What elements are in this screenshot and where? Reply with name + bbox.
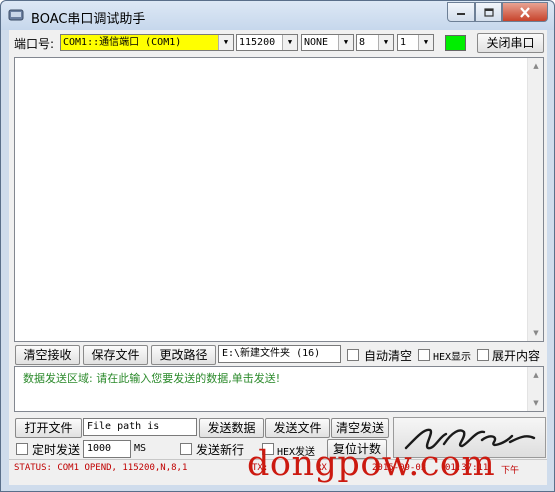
chevron-down-icon: ▼ — [338, 35, 353, 50]
status-text: STATUS: COM1 OPEND, 115200,N,8,1 — [14, 463, 188, 473]
file-path-field[interactable]: File path is — [83, 418, 197, 436]
send-newline-checkbox[interactable] — [180, 443, 192, 455]
timed-send-checkbox[interactable] — [16, 443, 28, 455]
chevron-down-icon: ▼ — [418, 35, 433, 50]
maximize-icon — [483, 7, 494, 17]
send-scrollbar[interactable]: ▲ ▼ — [527, 367, 543, 411]
interval-unit: MS — [134, 443, 147, 454]
send-newline-label: 发送新行 — [196, 443, 245, 457]
minimize-icon — [457, 13, 465, 15]
parity-select[interactable]: NONE ▼ — [301, 34, 354, 51]
close-port-button[interactable]: 关闭串口 — [477, 33, 544, 53]
send-data-button[interactable]: 发送数据 — [199, 418, 264, 438]
receive-scrollbar[interactable]: ▲ ▼ — [527, 58, 543, 341]
send-file-button[interactable]: 发送文件 — [265, 418, 330, 438]
app-icon — [8, 9, 24, 21]
port-label: 端口号: — [14, 37, 55, 51]
scroll-up-icon[interactable]: ▲ — [528, 58, 544, 74]
clear-receive-button[interactable]: 清空接收 — [15, 345, 80, 365]
send-prompt-text: 数据发送区域: 请在此输入您要发送的数据,单击发送! — [23, 372, 281, 385]
app-window: BOAC串口调试助手 端口号: COM1::通信端口 (COM1) ▼ 1152… — [0, 0, 555, 492]
scroll-down-icon[interactable]: ▼ — [528, 395, 544, 411]
baud-select-value: 115200 — [239, 37, 276, 48]
stopbits-select[interactable]: 1 ▼ — [397, 34, 434, 51]
title-bar[interactable]: BOAC串口调试助手 — [1, 1, 554, 30]
auto-clear-checkbox[interactable] — [347, 349, 359, 361]
stopbits-select-value: 1 — [400, 37, 407, 48]
window-title: BOAC串口调试助手 — [31, 12, 146, 27]
scroll-down-icon[interactable]: ▼ — [528, 325, 544, 341]
save-file-button[interactable]: 保存文件 — [83, 345, 148, 365]
baud-select[interactable]: 115200 ▼ — [236, 34, 298, 51]
maximize-button[interactable] — [475, 2, 502, 22]
expand-checkbox[interactable] — [477, 349, 489, 361]
databits-select[interactable]: 8 ▼ — [356, 34, 394, 51]
chevron-down-icon: ▼ — [218, 35, 233, 50]
interval-field[interactable]: 1000 — [83, 440, 131, 458]
close-button[interactable] — [502, 2, 548, 22]
ampm-text: 下午 — [501, 466, 520, 476]
clear-send-button[interactable]: 清空发送 — [331, 418, 389, 438]
send-textarea[interactable]: 数据发送区域: 请在此输入您要发送的数据,单击发送! ▲ ▼ — [14, 366, 544, 412]
watermark-text: dongpow.com — [247, 444, 496, 484]
receive-textarea[interactable]: ▲ ▼ — [14, 57, 544, 342]
port-select-value: COM1::通信端口 (COM1) — [63, 37, 182, 48]
scroll-up-icon[interactable]: ▲ — [528, 367, 544, 383]
hex-display-checkbox[interactable] — [418, 349, 430, 361]
parity-select-value: NONE — [304, 37, 329, 48]
port-status-indicator — [445, 35, 466, 51]
port-select[interactable]: COM1::通信端口 (COM1) ▼ — [60, 34, 234, 51]
save-path-field[interactable]: E:\新建文件夹 (16) — [218, 345, 341, 363]
close-icon — [520, 6, 530, 18]
chevron-down-icon: ▼ — [378, 35, 393, 50]
client-area: 端口号: COM1::通信端口 (COM1) ▼ 115200 ▼ NONE ▼… — [9, 30, 547, 485]
change-path-button[interactable]: 更改路径 — [151, 345, 216, 365]
chevron-down-icon: ▼ — [282, 35, 297, 50]
minimize-button[interactable] — [447, 2, 475, 22]
expand-label: 展开内容 — [492, 349, 541, 363]
auto-clear-label: 自动清空 — [364, 349, 413, 363]
timed-send-label: 定时发送 — [32, 443, 81, 457]
open-file-button[interactable]: 打开文件 — [15, 418, 82, 438]
databits-select-value: 8 — [359, 37, 366, 48]
hex-display-label: HEX显示 — [433, 352, 472, 363]
